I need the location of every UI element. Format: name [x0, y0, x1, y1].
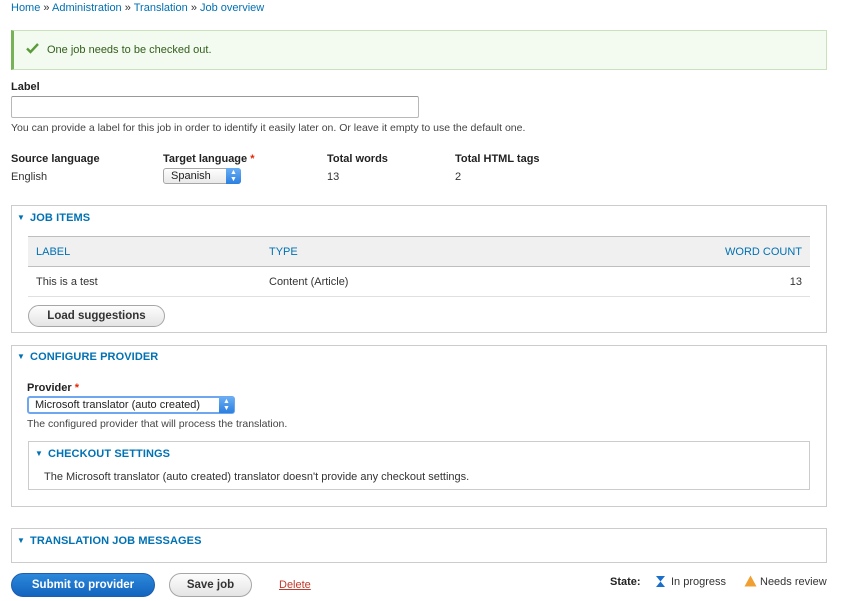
breadcrumb-separator: »: [124, 2, 131, 14]
configure-provider-legend-text: CONFIGURE PROVIDER: [30, 351, 159, 363]
submit-to-provider-button[interactable]: Submit to provider: [11, 573, 155, 597]
breadcrumb-job-overview-link[interactable]: Job overview: [200, 2, 264, 14]
state-needs-review-label: Needs review: [760, 576, 827, 588]
translation-job-messages-legend[interactable]: ▼ TRANSLATION JOB MESSAGES: [17, 535, 202, 547]
required-marker: *: [74, 382, 79, 394]
breadcrumb-administration-link[interactable]: Administration: [52, 2, 122, 14]
total-words-group: Total words 13: [327, 153, 388, 183]
row-label: This is a test: [28, 266, 261, 297]
warning-triangle-icon: [744, 575, 757, 590]
state-in-progress-label: In progress: [671, 576, 727, 588]
column-header-label[interactable]: LABEL: [28, 236, 261, 267]
job-items-legend[interactable]: ▼ JOB ITEMS: [17, 212, 90, 224]
job-items-table-wrapper: LABEL TYPE WORD COUNT This is a test Con…: [28, 236, 810, 297]
breadcrumb: Home » Administration » Translation » Jo…: [11, 2, 264, 14]
total-html-tags-group: Total HTML tags 2: [455, 153, 540, 183]
total-words-value: 13: [327, 171, 340, 183]
row-type: Content (Article): [261, 266, 540, 297]
provider-description: The configured provider that will proces…: [27, 418, 288, 430]
total-words-label: Total words: [327, 153, 388, 165]
breadcrumb-home-link[interactable]: Home: [11, 2, 40, 14]
label-input[interactable]: [11, 96, 419, 118]
target-language-group: Target language * Spanish ▲ ▼: [163, 153, 255, 184]
table-row: This is a test Content (Article) 13: [28, 266, 810, 297]
select-arrows-icon: ▲ ▼: [219, 397, 234, 413]
hourglass-icon: [655, 575, 666, 591]
select-arrows-icon: ▲ ▼: [226, 168, 241, 184]
target-language-label: Target language: [163, 153, 248, 165]
column-header-type[interactable]: TYPE: [261, 236, 540, 267]
required-marker: *: [250, 153, 255, 165]
status-message-text: One job needs to be checked out.: [47, 44, 212, 56]
total-html-tags-label: Total HTML tags: [455, 153, 540, 165]
row-word-count: 13: [539, 266, 810, 297]
status-message: One job needs to be checked out.: [11, 30, 827, 70]
breadcrumb-separator: »: [43, 2, 50, 14]
checkmark-icon: [26, 42, 39, 57]
checkout-settings-legend-text: CHECKOUT SETTINGS: [48, 448, 171, 460]
collapse-triangle-icon: ▼: [17, 352, 26, 361]
label-field-description: You can provide a label for this job in …: [11, 122, 526, 134]
save-job-button[interactable]: Save job: [169, 573, 252, 597]
breadcrumb-separator: »: [190, 2, 197, 14]
provider-label: Provider: [27, 382, 72, 394]
source-language-group: Source language English: [11, 153, 100, 183]
source-language-value: English: [11, 171, 48, 183]
checkout-settings-text: The Microsoft translator (auto created) …: [44, 471, 470, 483]
checkout-settings-legend[interactable]: ▼ CHECKOUT SETTINGS: [35, 448, 170, 460]
target-language-select[interactable]: Spanish ▲ ▼: [163, 168, 241, 184]
provider-select[interactable]: Microsoft translator (auto created) ▲ ▼: [27, 396, 235, 414]
target-language-value: Spanish: [171, 170, 211, 182]
delete-link[interactable]: Delete: [279, 579, 311, 591]
configure-provider-legend[interactable]: ▼ CONFIGURE PROVIDER: [17, 351, 158, 363]
collapse-triangle-icon: ▼: [35, 449, 44, 458]
collapse-triangle-icon: ▼: [17, 213, 26, 222]
translation-job-messages-legend-text: TRANSLATION JOB MESSAGES: [30, 535, 202, 547]
job-items-legend-text: JOB ITEMS: [30, 212, 91, 224]
collapse-triangle-icon: ▼: [17, 536, 26, 545]
total-html-tags-value: 2: [455, 171, 462, 183]
state-label: State:: [610, 576, 641, 588]
provider-select-value: Microsoft translator (auto created): [35, 399, 201, 411]
label-field-title: Label: [11, 81, 40, 93]
source-language-label: Source language: [11, 153, 100, 165]
load-suggestions-button[interactable]: Load suggestions: [28, 305, 165, 327]
provider-label-group: Provider *: [27, 382, 79, 394]
job-items-table: LABEL TYPE WORD COUNT This is a test Con…: [28, 236, 810, 297]
column-header-word-count[interactable]: WORD COUNT: [539, 236, 810, 267]
breadcrumb-translation-link[interactable]: Translation: [134, 2, 188, 14]
